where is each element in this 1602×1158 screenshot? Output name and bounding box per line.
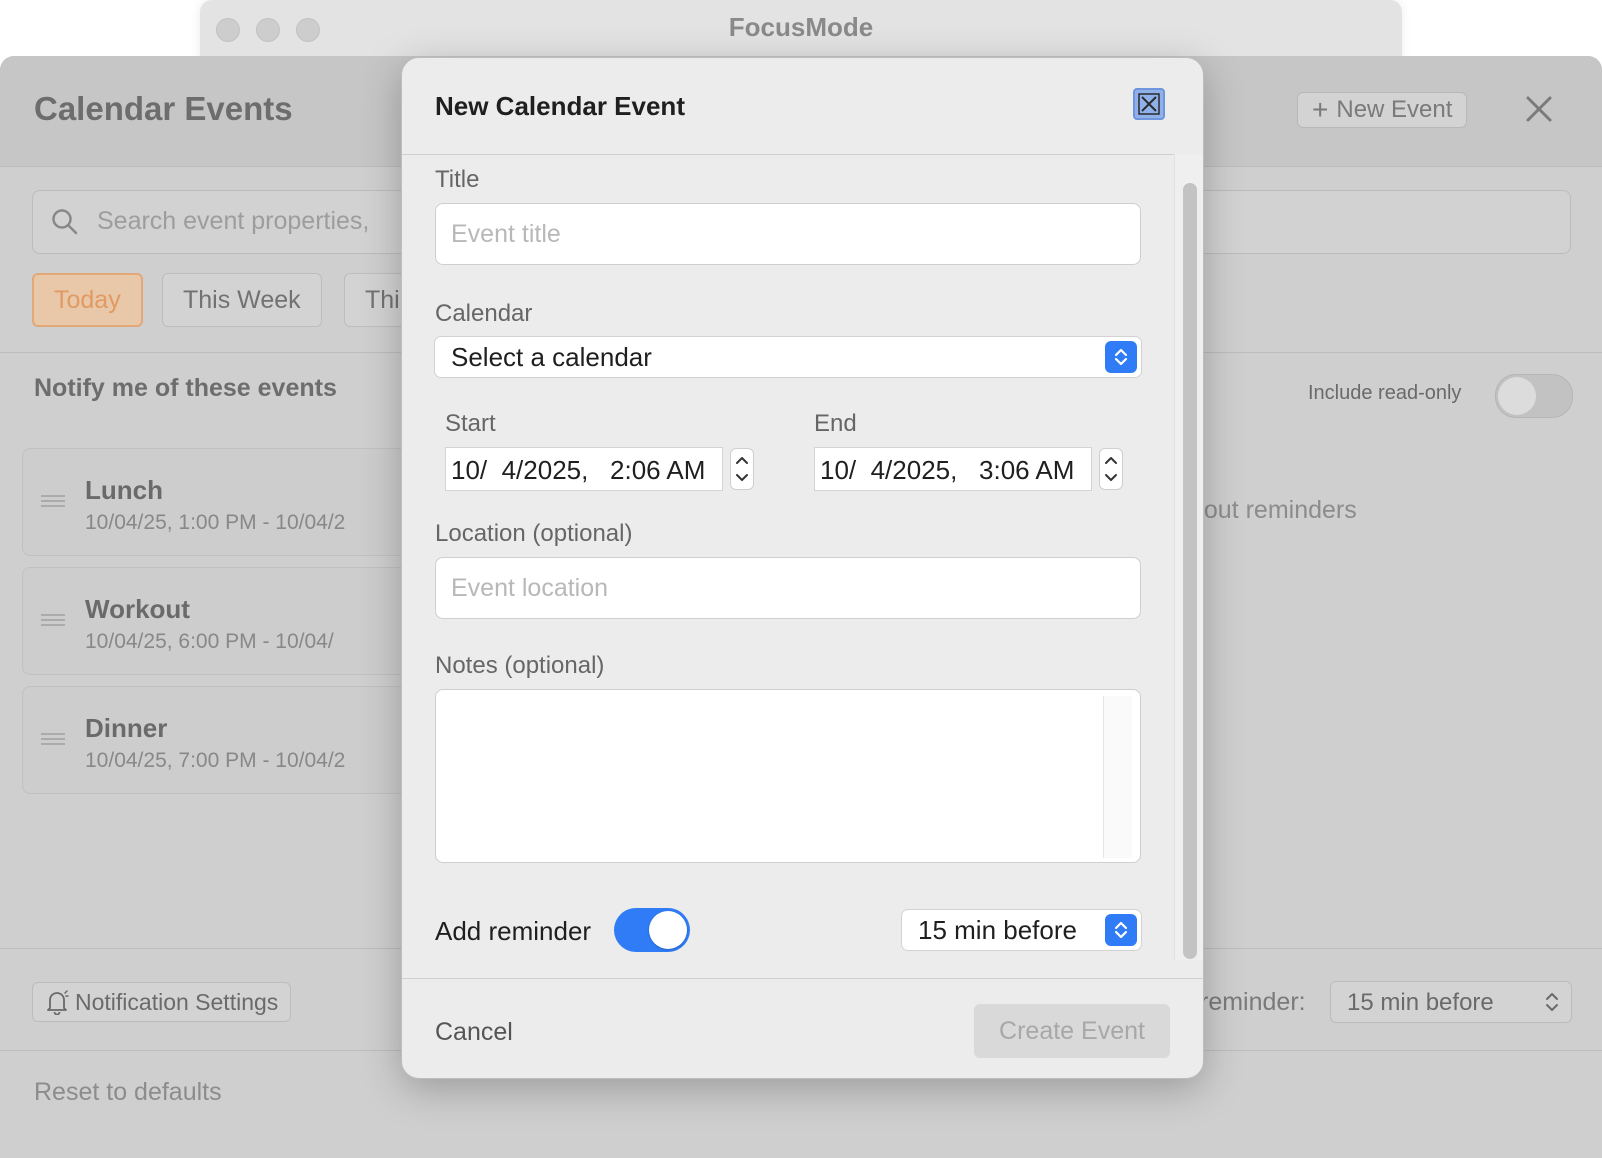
new-event-dialog: New Calendar Event Title Calendar Select… <box>401 57 1204 1079</box>
default-reminder-label: reminder: <box>1200 988 1306 1016</box>
dialog-footer: Cancel Create Event <box>402 978 1203 1078</box>
event-time: 10/04/25, 1:00 PM - 10/04/2 <box>85 511 346 534</box>
start-label: Start <box>445 410 496 437</box>
drag-handle-icon[interactable] <box>41 614 65 626</box>
chevron-updown-icon <box>1546 993 1558 1011</box>
stepper-icon <box>736 457 748 481</box>
event-name: Dinner <box>85 713 168 743</box>
event-time: 10/04/25, 6:00 PM - 10/04/ <box>85 630 334 653</box>
close-icon[interactable] <box>1522 92 1556 126</box>
drag-handle-icon[interactable] <box>41 733 65 745</box>
notification-settings-button[interactable]: Notification Settings <box>32 982 292 1022</box>
filter-today[interactable]: Today <box>32 273 143 327</box>
start-datetime-field[interactable]: 10/ 4/2025, 2:06 AM <box>445 447 723 491</box>
event-name: Workout <box>85 594 190 624</box>
reset-to-defaults-link[interactable]: Reset to defaults <box>34 1078 222 1107</box>
include-readonly-label: Include read-only <box>1308 382 1462 404</box>
plus-icon: + <box>1312 94 1329 125</box>
chevron-updown-icon <box>1105 914 1137 946</box>
end-datetime-value: 10/ 4/2025, 3:06 AM <box>820 455 1075 485</box>
event-name: Lunch <box>85 475 163 505</box>
dialog-close-button[interactable] <box>1133 88 1165 120</box>
event-card-workout[interactable]: Workout 10/04/25, 6:00 PM - 10/04/ <box>22 567 444 675</box>
new-event-button[interactable]: + New Event <box>1297 92 1468 128</box>
section-title: Notify me of these events <box>34 374 337 402</box>
add-reminder-label: Add reminder <box>435 916 592 946</box>
search-icon <box>52 209 78 235</box>
panel-title: Calendar Events <box>34 90 293 127</box>
notes-label: Notes (optional) <box>435 652 605 679</box>
notes-scrollbar[interactable] <box>1103 696 1132 858</box>
start-datetime-value: 10/ 4/2025, 2:06 AM <box>451 455 706 485</box>
dialog-scrollbar[interactable] <box>1183 183 1197 959</box>
filter-this-week[interactable]: This Week <box>162 273 322 327</box>
end-label: End <box>814 410 857 437</box>
event-time: 10/04/25, 7:00 PM - 10/04/2 <box>85 749 346 772</box>
end-datetime-field[interactable]: 10/ 4/2025, 3:06 AM <box>814 447 1092 491</box>
chevron-updown-icon <box>1105 341 1137 373</box>
stepper-icon <box>1105 457 1117 481</box>
start-stepper[interactable] <box>730 448 754 490</box>
notes-textarea[interactable] <box>435 689 1141 863</box>
include-readonly-toggle[interactable] <box>1495 374 1573 418</box>
default-reminder-value: 15 min before <box>1347 989 1494 1016</box>
event-card-dinner[interactable]: Dinner 10/04/25, 7:00 PM - 10/04/2 <box>22 686 444 794</box>
title-input[interactable] <box>435 203 1141 265</box>
calendar-label: Calendar <box>435 300 533 327</box>
default-reminder-select[interactable]: 15 min before <box>1330 981 1572 1023</box>
dialog-title: New Calendar Event <box>435 91 685 121</box>
end-stepper[interactable] <box>1099 448 1123 490</box>
location-input[interactable] <box>435 557 1141 619</box>
no-reminders-text: hout reminders <box>1190 496 1357 524</box>
close-icon <box>1138 93 1160 115</box>
title-label: Title <box>435 166 480 193</box>
window-title: FocusMode <box>728 12 874 42</box>
reminder-time-value: 15 min before <box>918 915 1077 945</box>
dialog-header: New Calendar Event <box>402 58 1203 155</box>
event-card-lunch[interactable]: Lunch 10/04/25, 1:00 PM - 10/04/2 <box>22 448 444 556</box>
notification-settings-label: Notification Settings <box>75 988 279 1015</box>
cancel-button[interactable]: Cancel <box>435 1018 513 1047</box>
search-placeholder: Search event properties, <box>97 207 370 235</box>
drag-handle-icon[interactable] <box>41 495 65 507</box>
calendar-select-value: Select a calendar <box>451 342 652 372</box>
calendar-select[interactable]: Select a calendar <box>435 337 1141 377</box>
add-reminder-toggle[interactable] <box>614 908 690 952</box>
create-event-button[interactable]: Create Event <box>974 1004 1170 1058</box>
location-label: Location (optional) <box>435 520 633 547</box>
bell-icon <box>47 990 69 1015</box>
reminder-time-select[interactable]: 15 min before <box>902 910 1141 950</box>
new-event-label: New Event <box>1336 96 1453 123</box>
